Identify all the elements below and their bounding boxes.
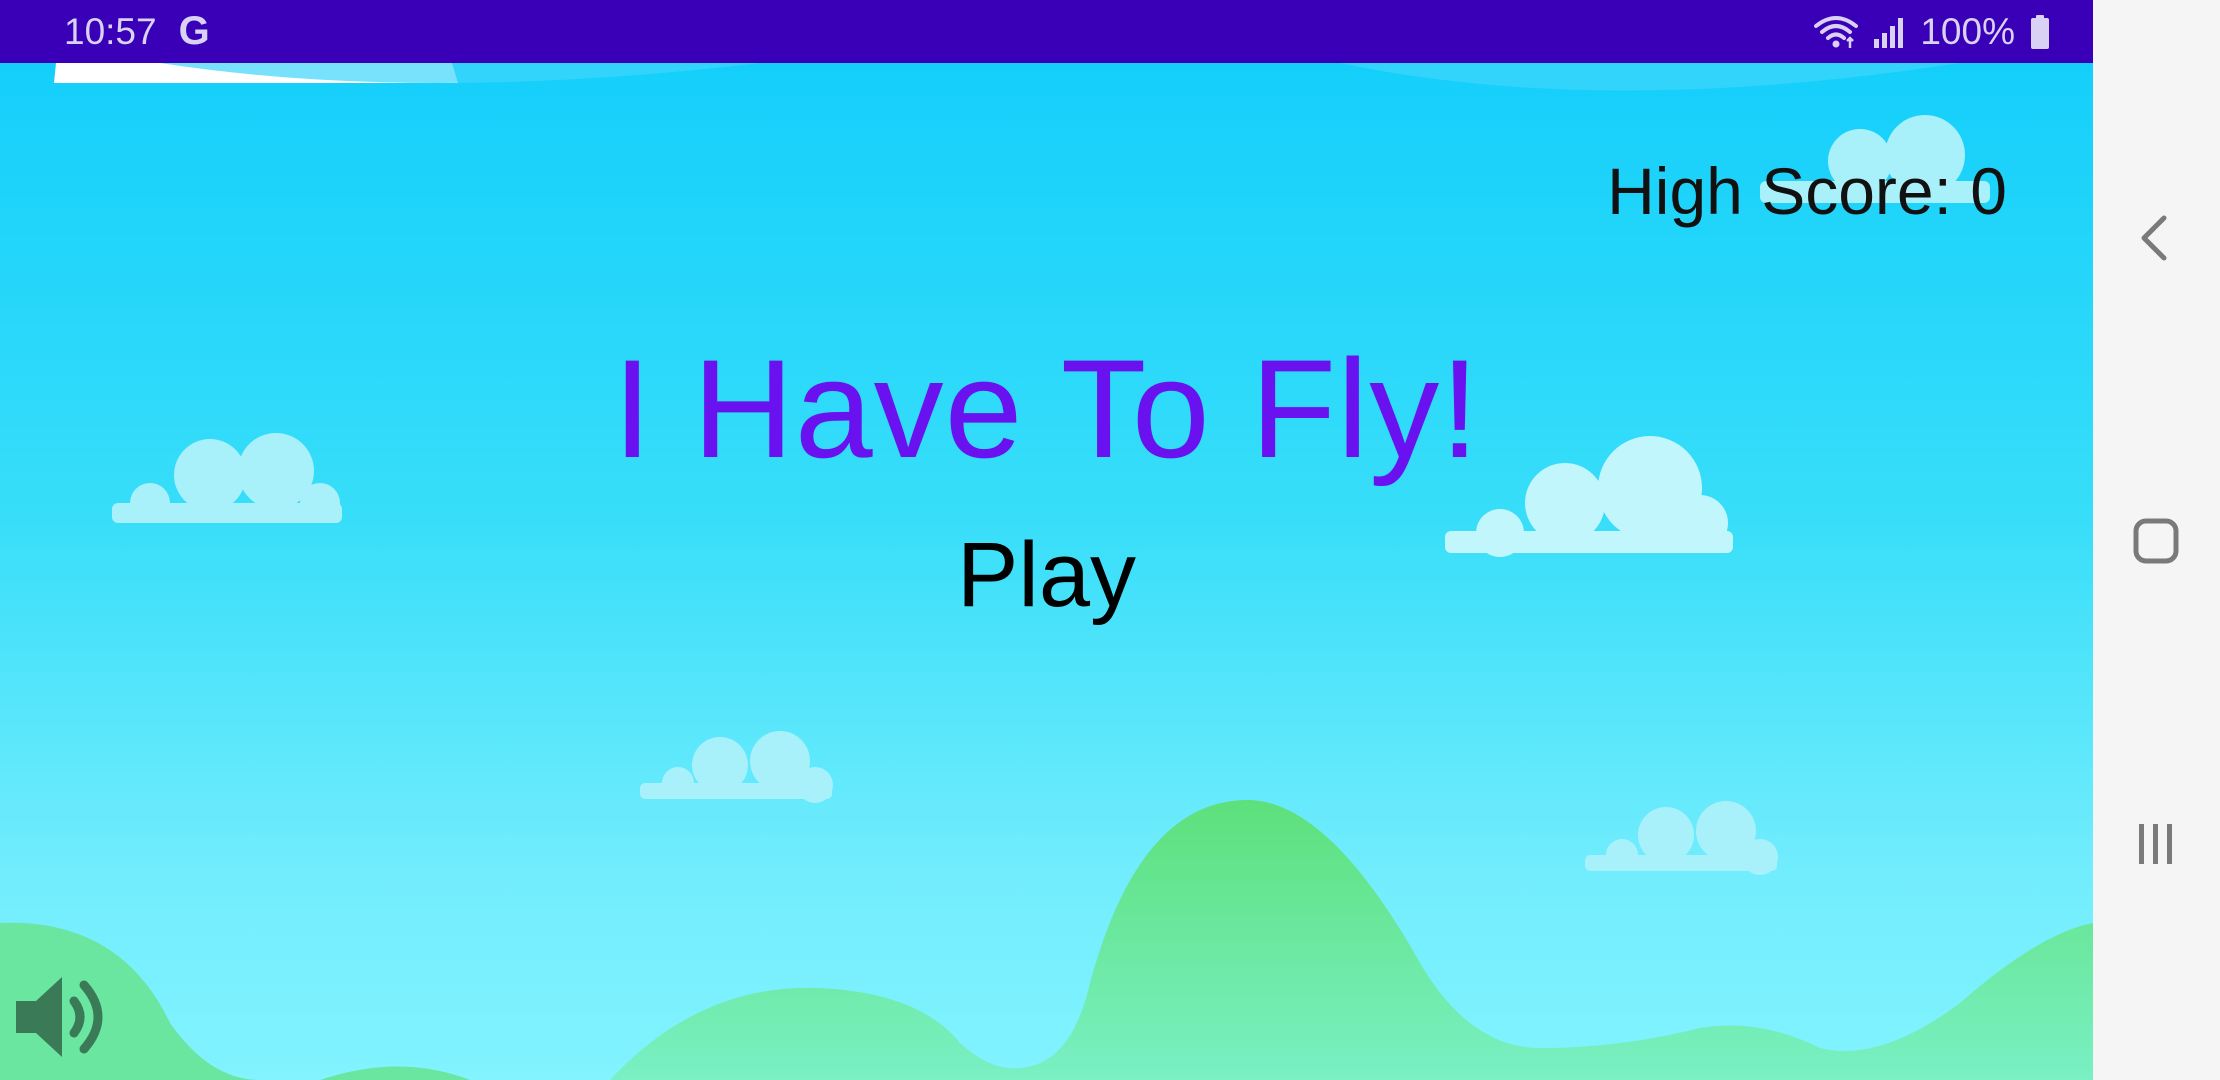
hill-left-small (320, 1066, 470, 1080)
wifi-icon (1814, 14, 1859, 50)
battery-percent: 100% (1920, 10, 2015, 52)
status-bar: 10:57 G 100% (0, 0, 2093, 63)
recents-icon[interactable] (2120, 808, 2192, 880)
play-button-row: Play (0, 523, 2093, 628)
play-button[interactable]: Play (957, 524, 1136, 626)
status-time: 10:57 (64, 10, 157, 52)
battery-icon (2029, 14, 2051, 50)
status-left: 10:57 G (64, 9, 210, 54)
cloud-swoosh-right (1340, 63, 1960, 91)
google-icon: G (178, 9, 210, 53)
home-icon[interactable] (2120, 505, 2192, 577)
speaker-icon[interactable] (12, 967, 112, 1067)
game-title: I Have To Fly! (612, 330, 1481, 487)
signal-icon (1872, 15, 1906, 49)
cloud-bottom-center (640, 731, 833, 803)
cloud-bottom-right (1585, 801, 1778, 875)
game-area[interactable]: High Score: 0 I Have To Fly! Play (0, 63, 2093, 1080)
hill-main (610, 799, 2093, 1080)
back-icon[interactable] (2120, 202, 2192, 274)
navigation-bar (2093, 0, 2220, 1080)
high-score-label: High Score: 0 (1607, 154, 2007, 228)
status-right: 100% (1814, 11, 2051, 53)
